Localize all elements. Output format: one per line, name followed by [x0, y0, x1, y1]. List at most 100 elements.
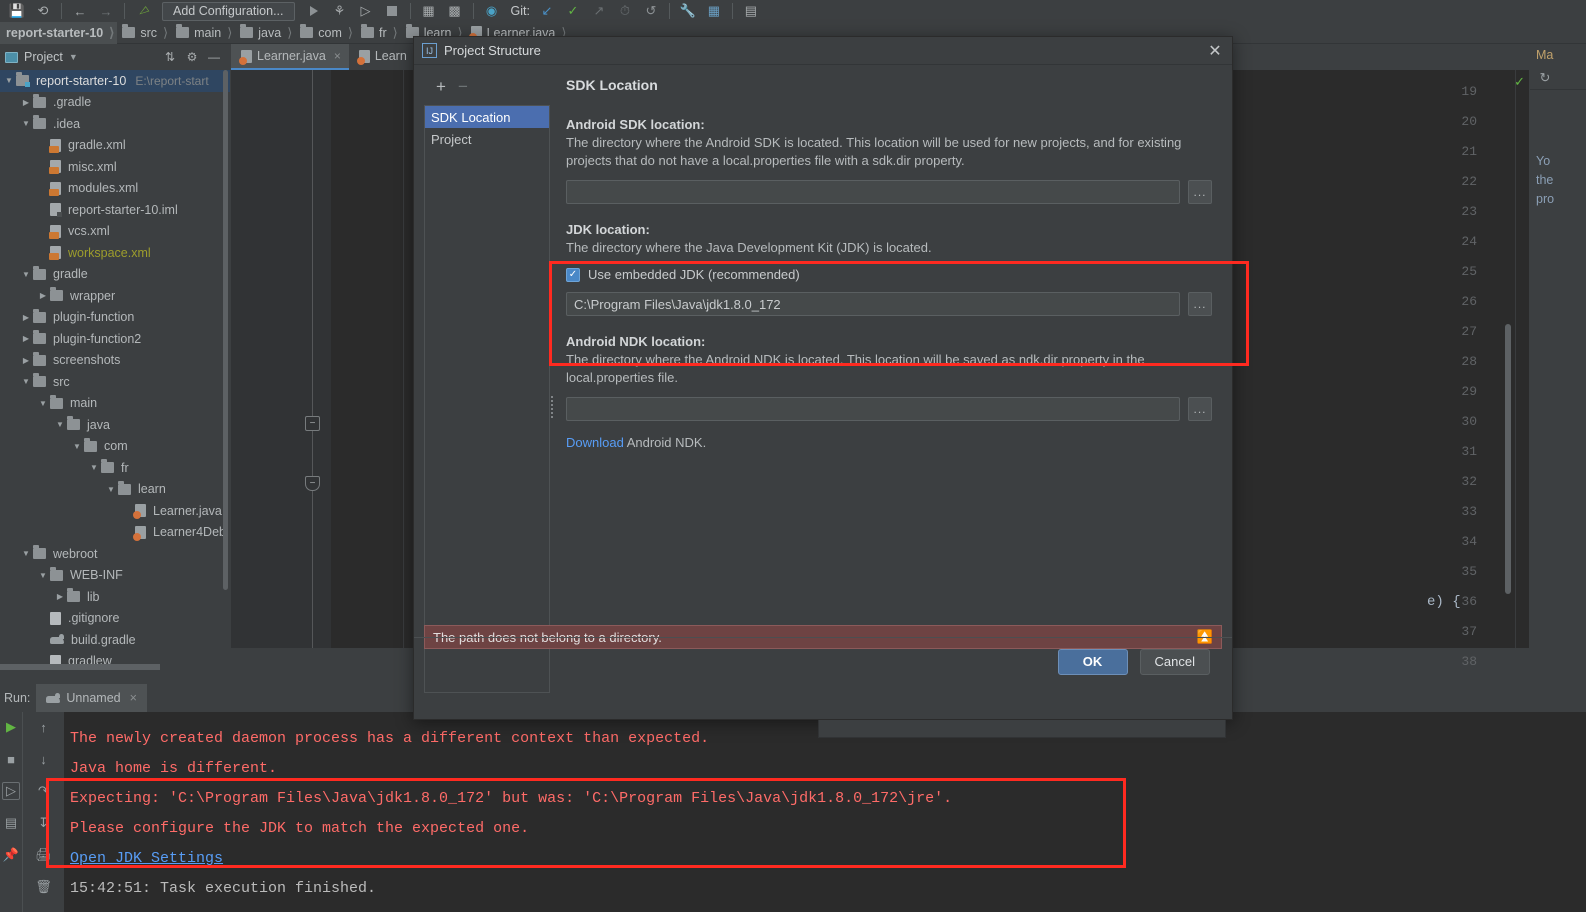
run-tab-unnamed[interactable]: Unnamed ×: [36, 684, 147, 712]
run-console[interactable]: The newly created daemon process has a d…: [64, 712, 1586, 912]
scroll-to-end-icon[interactable]: ↧: [35, 814, 53, 832]
tree-row-root[interactable]: ▼ report-starter-10 E:\report-start: [0, 70, 230, 92]
tree-row[interactable]: .gitignore: [0, 608, 230, 630]
tree-row[interactable]: ▶ lib: [0, 586, 230, 608]
git-push-icon[interactable]: ↗: [586, 1, 612, 21]
save-icon[interactable]: 💾: [4, 1, 30, 21]
tree-row[interactable]: ▶ plugin-function: [0, 307, 230, 329]
stop-icon[interactable]: [379, 1, 405, 21]
pin-icon[interactable]: 📌: [2, 846, 20, 864]
close-icon[interactable]: ×: [130, 691, 137, 705]
sdk-manager-icon[interactable]: ▤: [738, 1, 764, 21]
down-arrow-icon[interactable]: ↓: [35, 750, 53, 768]
android-sdk-input[interactable]: [566, 180, 1180, 204]
splitter-grip[interactable]: [550, 395, 554, 419]
jdk-location-input[interactable]: C:\Program Files\Java\jdk1.8.0_172: [566, 292, 1180, 316]
cancel-button[interactable]: Cancel: [1139, 648, 1210, 675]
rerun-icon[interactable]: ▶: [2, 718, 20, 736]
sidebar-item-sdk-location[interactable]: SDK Location: [425, 106, 549, 128]
tree-row[interactable]: modules.xml: [0, 178, 230, 200]
tree-row[interactable]: ▶ wrapper: [0, 285, 230, 307]
trash-icon[interactable]: 🗑: [35, 878, 53, 896]
expand-arrow-icon[interactable]: ▼: [19, 119, 33, 128]
refresh-icon[interactable]: ↻: [1536, 69, 1554, 87]
tree-row[interactable]: Learner4Deb: [0, 522, 230, 544]
expand-arrow-icon[interactable]: ▼: [70, 442, 84, 451]
tab-learner-java[interactable]: Learner.java ×: [231, 44, 349, 70]
expand-arrow-icon[interactable]: ▼: [19, 270, 33, 279]
expand-arrow-icon[interactable]: ▶: [19, 334, 33, 343]
tree-row[interactable]: report-starter-10.iml: [0, 199, 230, 221]
add-button[interactable]: +: [436, 77, 446, 97]
tree-row[interactable]: gradle.xml: [0, 135, 230, 157]
run-with-coverage-icon[interactable]: ▷: [353, 1, 379, 21]
remove-button[interactable]: −: [458, 77, 468, 97]
breadcrumb-item-4[interactable]: com ⟩: [295, 22, 356, 44]
tree-row[interactable]: ▼ gradle: [0, 264, 230, 286]
git-update-icon[interactable]: ↙: [534, 1, 560, 21]
android-ndk-browse-button[interactable]: ...: [1188, 397, 1212, 421]
tree-row[interactable]: ▶ screenshots: [0, 350, 230, 372]
run-icon[interactable]: [301, 1, 327, 21]
chevron-down-icon[interactable]: ▼: [69, 52, 78, 62]
expand-arrow-icon[interactable]: ▼: [2, 76, 16, 85]
project-tree[interactable]: ▼ report-starter-10 E:\report-start ▶ .gr…: [0, 70, 230, 670]
expand-arrow-icon[interactable]: ▶: [53, 592, 67, 601]
expand-arrow-icon[interactable]: ▼: [36, 399, 50, 408]
layout-icon[interactable]: ▤: [2, 814, 20, 832]
editor-scrollbar[interactable]: [1505, 324, 1511, 594]
tree-hscrollbar[interactable]: [0, 664, 160, 670]
git-commit-icon[interactable]: ✓: [560, 1, 586, 21]
gear-icon[interactable]: ⚙: [182, 47, 202, 67]
expand-arrow-icon[interactable]: ▶: [19, 98, 33, 107]
breadcrumb-item-3[interactable]: java ⟩: [235, 22, 295, 44]
run-configuration-selector[interactable]: Add Configuration...: [162, 1, 295, 21]
tree-row[interactable]: ▼ webroot: [0, 543, 230, 565]
stop-icon[interactable]: ■: [2, 750, 20, 768]
tab-learner4deb[interactable]: Learn: [348, 44, 415, 70]
settings-wrench-icon[interactable]: 🔧: [675, 1, 701, 21]
up-arrow-icon[interactable]: ↑: [35, 718, 53, 736]
git-rollback-icon[interactable]: ↺: [638, 1, 664, 21]
breadcrumb-item-5[interactable]: fr ⟩: [356, 22, 401, 44]
tree-row[interactable]: ▼ com: [0, 436, 230, 458]
use-embedded-jdk-checkbox[interactable]: ✓: [566, 267, 580, 282]
tree-row[interactable]: vcs.xml: [0, 221, 230, 243]
expand-arrow-icon[interactable]: ▼: [19, 377, 33, 386]
sidebar-item-project[interactable]: Project: [425, 128, 549, 150]
tree-row[interactable]: ▼ WEB-INF: [0, 565, 230, 587]
tree-row[interactable]: build.gradle: [0, 629, 230, 651]
hide-panel-icon[interactable]: —: [204, 47, 224, 67]
tree-row[interactable]: ▶ .gradle: [0, 92, 230, 114]
expand-arrow-icon[interactable]: ▼: [53, 420, 67, 429]
tree-row[interactable]: ▼ main: [0, 393, 230, 415]
expand-arrow-icon[interactable]: ▼: [19, 549, 33, 558]
project-structure-icon[interactable]: ▦: [701, 1, 727, 21]
close-icon[interactable]: ✕: [1204, 40, 1226, 62]
sync-icon[interactable]: ⟲: [30, 1, 56, 21]
attach-icon[interactable]: ▩: [442, 1, 468, 21]
tree-row[interactable]: misc.xml: [0, 156, 230, 178]
back-arrow-icon[interactable]: ←: [67, 1, 93, 21]
tree-row[interactable]: ▼ fr: [0, 457, 230, 479]
tree-row[interactable]: ▼ src: [0, 371, 230, 393]
close-icon[interactable]: ×: [334, 49, 341, 63]
expand-arrow-icon[interactable]: ▼: [104, 485, 118, 494]
console-line-4[interactable]: Open JDK Settings: [70, 844, 1586, 874]
expand-arrow-icon[interactable]: ▼: [87, 463, 101, 472]
tree-row[interactable]: ▼ java: [0, 414, 230, 436]
tree-row[interactable]: ▼ .idea: [0, 113, 230, 135]
forward-arrow-icon[interactable]: →: [93, 1, 119, 21]
breadcrumb-item-0[interactable]: report-starter-10 ⟩: [0, 21, 118, 44]
use-embedded-jdk-row[interactable]: ✓ Use embedded JDK (recommended): [566, 267, 1212, 282]
tree-row[interactable]: ▼ learn: [0, 479, 230, 501]
expand-arrow-icon[interactable]: ▶: [19, 313, 33, 322]
expand-arrow-icon[interactable]: ▶: [36, 291, 50, 300]
ok-button[interactable]: OK: [1057, 648, 1128, 675]
breadcrumb-item-2[interactable]: main ⟩: [171, 22, 235, 44]
fold-collapse-icon-31[interactable]: −: [305, 476, 320, 491]
fold-collapse-icon-29[interactable]: −: [305, 416, 320, 431]
android-sdk-browse-button[interactable]: ...: [1188, 180, 1212, 204]
download-ndk-link[interactable]: Download: [566, 435, 624, 450]
tree-row[interactable]: Learner.java: [0, 500, 230, 522]
